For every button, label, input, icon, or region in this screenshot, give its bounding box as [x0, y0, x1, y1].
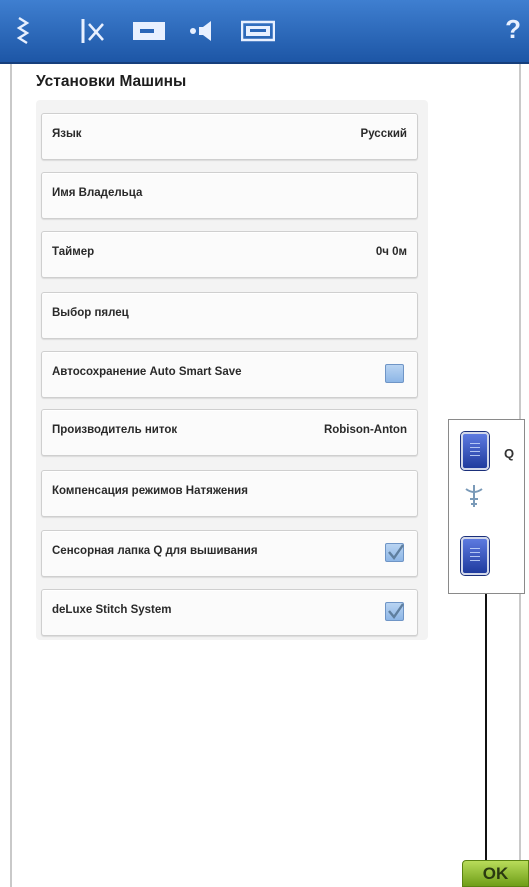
setting-row-tension-compensation[interactable]: Компенсация режимов Натяжения	[41, 470, 418, 517]
setting-label: Сенсорная лапка Q для вышивания	[52, 545, 258, 557]
top-toolbar: ?	[0, 0, 529, 64]
setting-value: 0ч 0м	[375, 246, 407, 258]
setting-row-sensor-q-foot[interactable]: Сенсорная лапка Q для вышивания	[41, 530, 418, 577]
callout-line	[485, 594, 487, 872]
deluxe-stitch-checkbox[interactable]	[385, 602, 404, 621]
setting-row-thread-manufacturer[interactable]: Производитель ниток Robison-Anton	[41, 409, 418, 456]
machine-settings-icon[interactable]	[132, 16, 166, 46]
help-icon[interactable]: ?	[505, 14, 521, 45]
setting-label: Таймер	[52, 246, 95, 258]
presser-foot-icon	[463, 483, 485, 514]
sound-settings-icon[interactable]	[187, 16, 217, 46]
setting-row-hoop-selection[interactable]: Выбор пялец	[41, 292, 418, 339]
setting-row-timer[interactable]: Таймер 0ч 0м	[41, 231, 418, 278]
sensor-q-foot-checkbox[interactable]	[385, 543, 404, 562]
setting-row-owner-name[interactable]: Имя Владельца	[41, 172, 418, 219]
setting-row-auto-smart-save[interactable]: Автосохранение Auto Smart Save	[41, 351, 418, 398]
setting-row-language[interactable]: Язык Русский	[41, 113, 418, 160]
setting-label: Производитель ниток	[52, 424, 178, 436]
ok-button[interactable]: OK	[462, 860, 529, 887]
page-title: Установки Машины	[36, 73, 187, 90]
setting-value: Robison-Anton	[323, 424, 407, 436]
stitch-menu-icon[interactable]	[16, 16, 30, 46]
presser-foot-up-button[interactable]	[461, 432, 489, 470]
checkmark-icon	[388, 544, 404, 560]
checkmark-icon	[388, 603, 404, 619]
setting-label: Автосохранение Auto Smart Save	[52, 366, 242, 378]
setting-label: Имя Владельца	[52, 187, 143, 199]
sensor-q-label: Q	[504, 446, 515, 461]
machine-info-icon[interactable]	[241, 16, 275, 46]
setting-label: Язык	[52, 128, 82, 140]
auto-smart-save-checkbox[interactable]	[385, 364, 404, 383]
text-edit-icon[interactable]	[80, 16, 106, 46]
setting-row-deluxe-stitch[interactable]: deLuxe Stitch System	[41, 589, 418, 636]
setting-label: Компенсация режимов Натяжения	[52, 485, 248, 497]
setting-label: deLuxe Stitch System	[52, 604, 172, 616]
setting-value: Русский	[360, 128, 407, 140]
presser-foot-down-button[interactable]	[461, 537, 489, 575]
setting-label: Выбор пялец	[52, 307, 129, 319]
